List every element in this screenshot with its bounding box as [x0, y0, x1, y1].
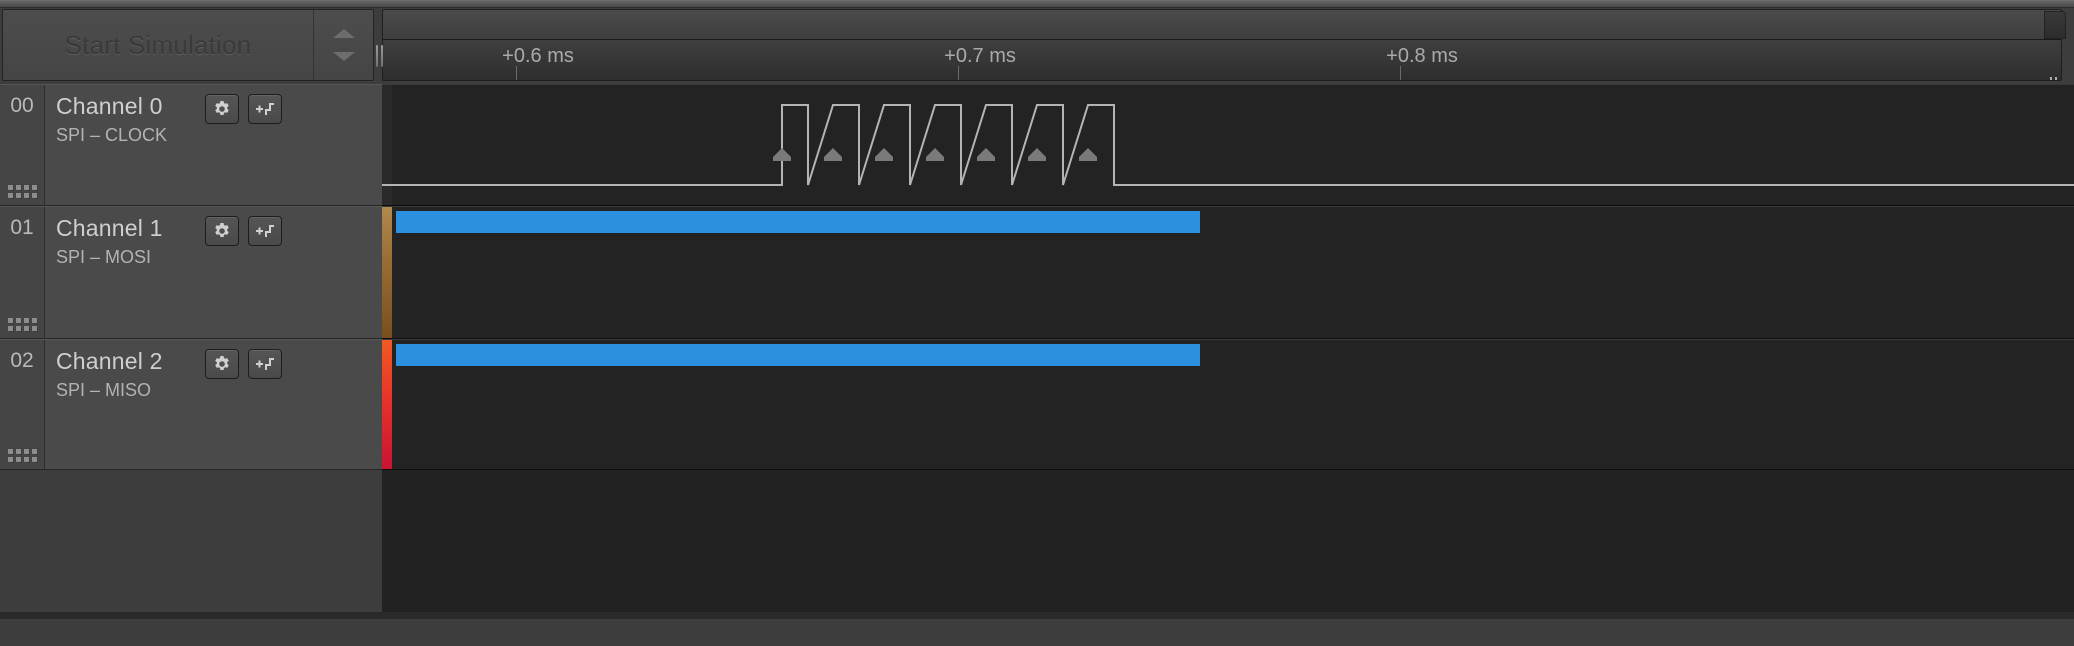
ruler-tick-mark — [516, 66, 517, 80]
drag-grip-icon[interactable] — [8, 318, 37, 331]
waveform-row-mosi[interactable] — [382, 206, 2074, 339]
channel-info: Channel 1SPI – MOSI — [45, 207, 382, 338]
ruler-tick-mark — [958, 66, 959, 80]
timeline-ruler[interactable]: +0.6 ms +0.7 ms +0.8 ms — [382, 9, 2062, 81]
channel-color-strip — [382, 340, 392, 469]
channel-settings-button[interactable] — [205, 349, 239, 379]
channel-row[interactable]: 02Channel 2SPI – MISO — [0, 339, 382, 470]
channel-actions — [205, 216, 282, 246]
channel-protocol-label: SPI – MOSI — [56, 247, 382, 268]
waveform-row-miso[interactable] — [382, 339, 2074, 470]
channel-list: 00Channel 0SPI – CLOCK 01Channel 1SPI – … — [0, 84, 382, 612]
panel-resize-grip-icon[interactable] — [374, 34, 384, 78]
channel-add-measurement-button[interactable] — [248, 216, 282, 246]
ruler-tick-label: +0.6 ms — [502, 45, 574, 68]
channel-settings-button[interactable] — [205, 216, 239, 246]
channel-protocol-label: SPI – CLOCK — [56, 125, 382, 146]
channel-row[interactable]: 00Channel 0SPI – CLOCK — [0, 84, 382, 206]
add-edge-measurement-icon — [254, 100, 276, 118]
ruler-tick-label: +0.7 ms — [944, 45, 1016, 68]
add-edge-measurement-icon — [254, 222, 276, 240]
window-top-gutter — [0, 0, 2074, 8]
gear-icon — [212, 221, 232, 241]
ruler-tick-mark — [1400, 66, 1401, 80]
channel-actions — [205, 94, 282, 124]
channel-add-measurement-button[interactable] — [248, 94, 282, 124]
gear-icon — [212, 99, 232, 119]
channel-info: Channel 0SPI – CLOCK — [45, 85, 382, 205]
start-simulation-button[interactable]: Start Simulation — [3, 10, 313, 80]
status-bar — [0, 612, 2074, 646]
gear-icon — [212, 354, 232, 374]
ruler-tick-band[interactable]: +0.6 ms +0.7 ms +0.8 ms — [383, 40, 2061, 80]
mosi-data-bar[interactable] — [396, 211, 1200, 233]
ruler-tick-label: +0.8 ms — [1386, 45, 1458, 68]
waveform-graph-area[interactable] — [382, 84, 2074, 612]
channel-settings-button[interactable] — [205, 94, 239, 124]
timeline-corner-block — [2044, 11, 2066, 39]
channel-row[interactable]: 01Channel 1SPI – MOSI — [0, 206, 382, 339]
channel-actions — [205, 349, 282, 379]
triangle-down-icon[interactable] — [333, 52, 355, 61]
channel-add-measurement-button[interactable] — [248, 349, 282, 379]
channel-protocol-label: SPI – MISO — [56, 380, 382, 401]
vertical-grip-icon[interactable] — [2047, 74, 2059, 81]
triangle-up-icon[interactable] — [333, 29, 355, 38]
clock-waveform — [382, 85, 2074, 206]
channel-color-strip — [382, 207, 392, 338]
start-simulation-label: Start Simulation — [65, 30, 252, 61]
miso-data-bar[interactable] — [396, 344, 1200, 366]
capture-stepper[interactable] — [313, 10, 373, 80]
drag-grip-icon[interactable] — [8, 449, 37, 462]
channel-info: Channel 2SPI – MISO — [45, 340, 382, 469]
add-edge-measurement-icon — [254, 355, 276, 373]
waveform-row-clock[interactable] — [382, 84, 2074, 206]
status-bar-divider — [0, 613, 2074, 619]
logic-analyzer-window: Start Simulation +0.6 ms +0.7 ms +0.8 ms 0… — [0, 0, 2074, 646]
drag-grip-icon[interactable] — [8, 185, 37, 198]
simulation-panel: Start Simulation — [2, 9, 374, 81]
ruler-upper-band — [383, 10, 2061, 40]
